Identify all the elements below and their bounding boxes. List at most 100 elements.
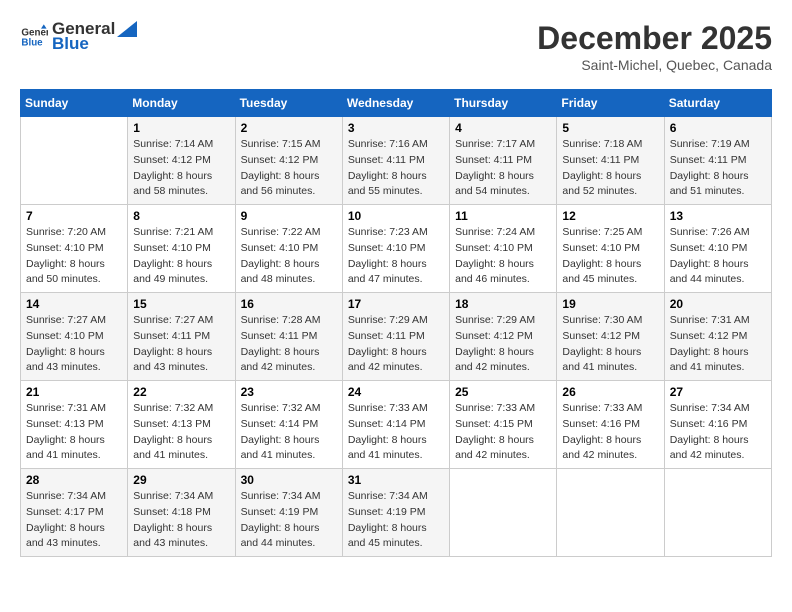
- day-info: Sunrise: 7:26 AMSunset: 4:10 PMDaylight:…: [670, 225, 766, 288]
- header: General Blue General Blue December 2025 …: [20, 20, 772, 73]
- sunset-text: Sunset: 4:14 PM: [348, 417, 444, 433]
- day-number: 13: [670, 209, 766, 223]
- day-info: Sunrise: 7:15 AMSunset: 4:12 PMDaylight:…: [241, 137, 337, 200]
- sunset-text: Sunset: 4:12 PM: [133, 153, 229, 169]
- logo-triangle-icon: [117, 21, 137, 37]
- sunrise-text: Sunrise: 7:25 AM: [562, 225, 658, 241]
- daylight-text: Daylight: 8 hours and 51 minutes.: [670, 169, 766, 201]
- calendar-cell: 4Sunrise: 7:17 AMSunset: 4:11 PMDaylight…: [450, 117, 557, 205]
- week-row-1: 1Sunrise: 7:14 AMSunset: 4:12 PMDaylight…: [21, 117, 772, 205]
- calendar-cell: 7Sunrise: 7:20 AMSunset: 4:10 PMDaylight…: [21, 205, 128, 293]
- sunset-text: Sunset: 4:10 PM: [241, 241, 337, 257]
- day-info: Sunrise: 7:32 AMSunset: 4:13 PMDaylight:…: [133, 401, 229, 464]
- header-tuesday: Tuesday: [235, 90, 342, 117]
- daylight-text: Daylight: 8 hours and 47 minutes.: [348, 257, 444, 289]
- day-info: Sunrise: 7:32 AMSunset: 4:14 PMDaylight:…: [241, 401, 337, 464]
- day-info: Sunrise: 7:27 AMSunset: 4:11 PMDaylight:…: [133, 313, 229, 376]
- week-row-3: 14Sunrise: 7:27 AMSunset: 4:10 PMDayligh…: [21, 293, 772, 381]
- day-number: 19: [562, 297, 658, 311]
- week-row-5: 28Sunrise: 7:34 AMSunset: 4:17 PMDayligh…: [21, 469, 772, 557]
- header-saturday: Saturday: [664, 90, 771, 117]
- calendar-table: SundayMondayTuesdayWednesdayThursdayFrid…: [20, 89, 772, 557]
- day-info: Sunrise: 7:20 AMSunset: 4:10 PMDaylight:…: [26, 225, 122, 288]
- daylight-text: Daylight: 8 hours and 41 minutes.: [562, 345, 658, 377]
- day-number: 20: [670, 297, 766, 311]
- sunrise-text: Sunrise: 7:23 AM: [348, 225, 444, 241]
- sunset-text: Sunset: 4:16 PM: [562, 417, 658, 433]
- sunrise-text: Sunrise: 7:34 AM: [241, 489, 337, 505]
- daylight-text: Daylight: 8 hours and 54 minutes.: [455, 169, 551, 201]
- day-number: 25: [455, 385, 551, 399]
- logo: General Blue General Blue: [20, 20, 137, 53]
- day-number: 18: [455, 297, 551, 311]
- sunset-text: Sunset: 4:11 PM: [670, 153, 766, 169]
- sunrise-text: Sunrise: 7:33 AM: [455, 401, 551, 417]
- day-info: Sunrise: 7:16 AMSunset: 4:11 PMDaylight:…: [348, 137, 444, 200]
- sunset-text: Sunset: 4:10 PM: [348, 241, 444, 257]
- sunrise-text: Sunrise: 7:33 AM: [348, 401, 444, 417]
- day-info: Sunrise: 7:14 AMSunset: 4:12 PMDaylight:…: [133, 137, 229, 200]
- sunrise-text: Sunrise: 7:34 AM: [348, 489, 444, 505]
- day-number: 1: [133, 121, 229, 135]
- svg-text:Blue: Blue: [21, 37, 43, 48]
- day-number: 3: [348, 121, 444, 135]
- calendar-cell: 11Sunrise: 7:24 AMSunset: 4:10 PMDayligh…: [450, 205, 557, 293]
- day-number: 8: [133, 209, 229, 223]
- day-number: 17: [348, 297, 444, 311]
- sunrise-text: Sunrise: 7:14 AM: [133, 137, 229, 153]
- sunset-text: Sunset: 4:10 PM: [562, 241, 658, 257]
- day-info: Sunrise: 7:23 AMSunset: 4:10 PMDaylight:…: [348, 225, 444, 288]
- calendar-cell: 14Sunrise: 7:27 AMSunset: 4:10 PMDayligh…: [21, 293, 128, 381]
- day-number: 30: [241, 473, 337, 487]
- calendar-cell: 23Sunrise: 7:32 AMSunset: 4:14 PMDayligh…: [235, 381, 342, 469]
- day-number: 12: [562, 209, 658, 223]
- calendar-cell: [557, 469, 664, 557]
- daylight-text: Daylight: 8 hours and 58 minutes.: [133, 169, 229, 201]
- sunset-text: Sunset: 4:12 PM: [241, 153, 337, 169]
- day-number: 9: [241, 209, 337, 223]
- sunrise-text: Sunrise: 7:34 AM: [26, 489, 122, 505]
- day-number: 5: [562, 121, 658, 135]
- sunset-text: Sunset: 4:10 PM: [455, 241, 551, 257]
- location-title: Saint-Michel, Quebec, Canada: [537, 57, 772, 73]
- calendar-cell: 8Sunrise: 7:21 AMSunset: 4:10 PMDaylight…: [128, 205, 235, 293]
- daylight-text: Daylight: 8 hours and 45 minutes.: [562, 257, 658, 289]
- calendar-cell: 12 Sunrise: 7:25 AMSunset: 4:10 PMDayligh…: [557, 205, 664, 293]
- calendar-cell: [21, 117, 128, 205]
- calendar-cell: 17Sunrise: 7:29 AMSunset: 4:11 PMDayligh…: [342, 293, 449, 381]
- sunset-text: Sunset: 4:10 PM: [26, 329, 122, 345]
- daylight-text: Daylight: 8 hours and 41 minutes.: [348, 433, 444, 465]
- sunrise-text: Sunrise: 7:29 AM: [348, 313, 444, 329]
- calendar-cell: 30Sunrise: 7:34 AMSunset: 4:19 PMDayligh…: [235, 469, 342, 557]
- sunset-text: Sunset: 4:10 PM: [26, 241, 122, 257]
- sunset-text: Sunset: 4:18 PM: [133, 505, 229, 521]
- calendar-cell: [450, 469, 557, 557]
- sunrise-text: Sunrise: 7:20 AM: [26, 225, 122, 241]
- sunrise-text: Sunrise: 7:17 AM: [455, 137, 551, 153]
- sunrise-text: Sunrise: 7:18 AM: [562, 137, 658, 153]
- sunrise-text: Sunrise: 7:34 AM: [133, 489, 229, 505]
- day-number: 11: [455, 209, 551, 223]
- sunrise-text: Sunrise: 7:22 AM: [241, 225, 337, 241]
- sunrise-text: Sunrise: 7:31 AM: [26, 401, 122, 417]
- day-info: Sunrise: 7:19 AMSunset: 4:11 PMDaylight:…: [670, 137, 766, 200]
- logo-icon: General Blue: [20, 23, 48, 51]
- sunrise-text: Sunrise: 7:16 AM: [348, 137, 444, 153]
- sunset-text: Sunset: 4:10 PM: [133, 241, 229, 257]
- day-info: Sunrise: 7:18 AMSunset: 4:11 PMDaylight:…: [562, 137, 658, 200]
- sunset-text: Sunset: 4:17 PM: [26, 505, 122, 521]
- sunset-text: Sunset: 4:11 PM: [455, 153, 551, 169]
- daylight-text: Daylight: 8 hours and 43 minutes.: [133, 345, 229, 377]
- daylight-text: Daylight: 8 hours and 48 minutes.: [241, 257, 337, 289]
- title-area: December 2025 Saint-Michel, Quebec, Cana…: [537, 20, 772, 73]
- daylight-text: Daylight: 8 hours and 44 minutes.: [241, 521, 337, 553]
- calendar-cell: 15Sunrise: 7:27 AMSunset: 4:11 PMDayligh…: [128, 293, 235, 381]
- calendar-cell: 22Sunrise: 7:32 AMSunset: 4:13 PMDayligh…: [128, 381, 235, 469]
- daylight-text: Daylight: 8 hours and 56 minutes.: [241, 169, 337, 201]
- calendar-cell: 29Sunrise: 7:34 AMSunset: 4:18 PMDayligh…: [128, 469, 235, 557]
- sunrise-text: Sunrise: 7:31 AM: [670, 313, 766, 329]
- calendar-cell: 19Sunrise: 7:30 AMSunset: 4:12 PMDayligh…: [557, 293, 664, 381]
- daylight-text: Daylight: 8 hours and 42 minutes.: [241, 345, 337, 377]
- sunrise-text: Sunrise: 7:33 AM: [562, 401, 658, 417]
- day-number: 27: [670, 385, 766, 399]
